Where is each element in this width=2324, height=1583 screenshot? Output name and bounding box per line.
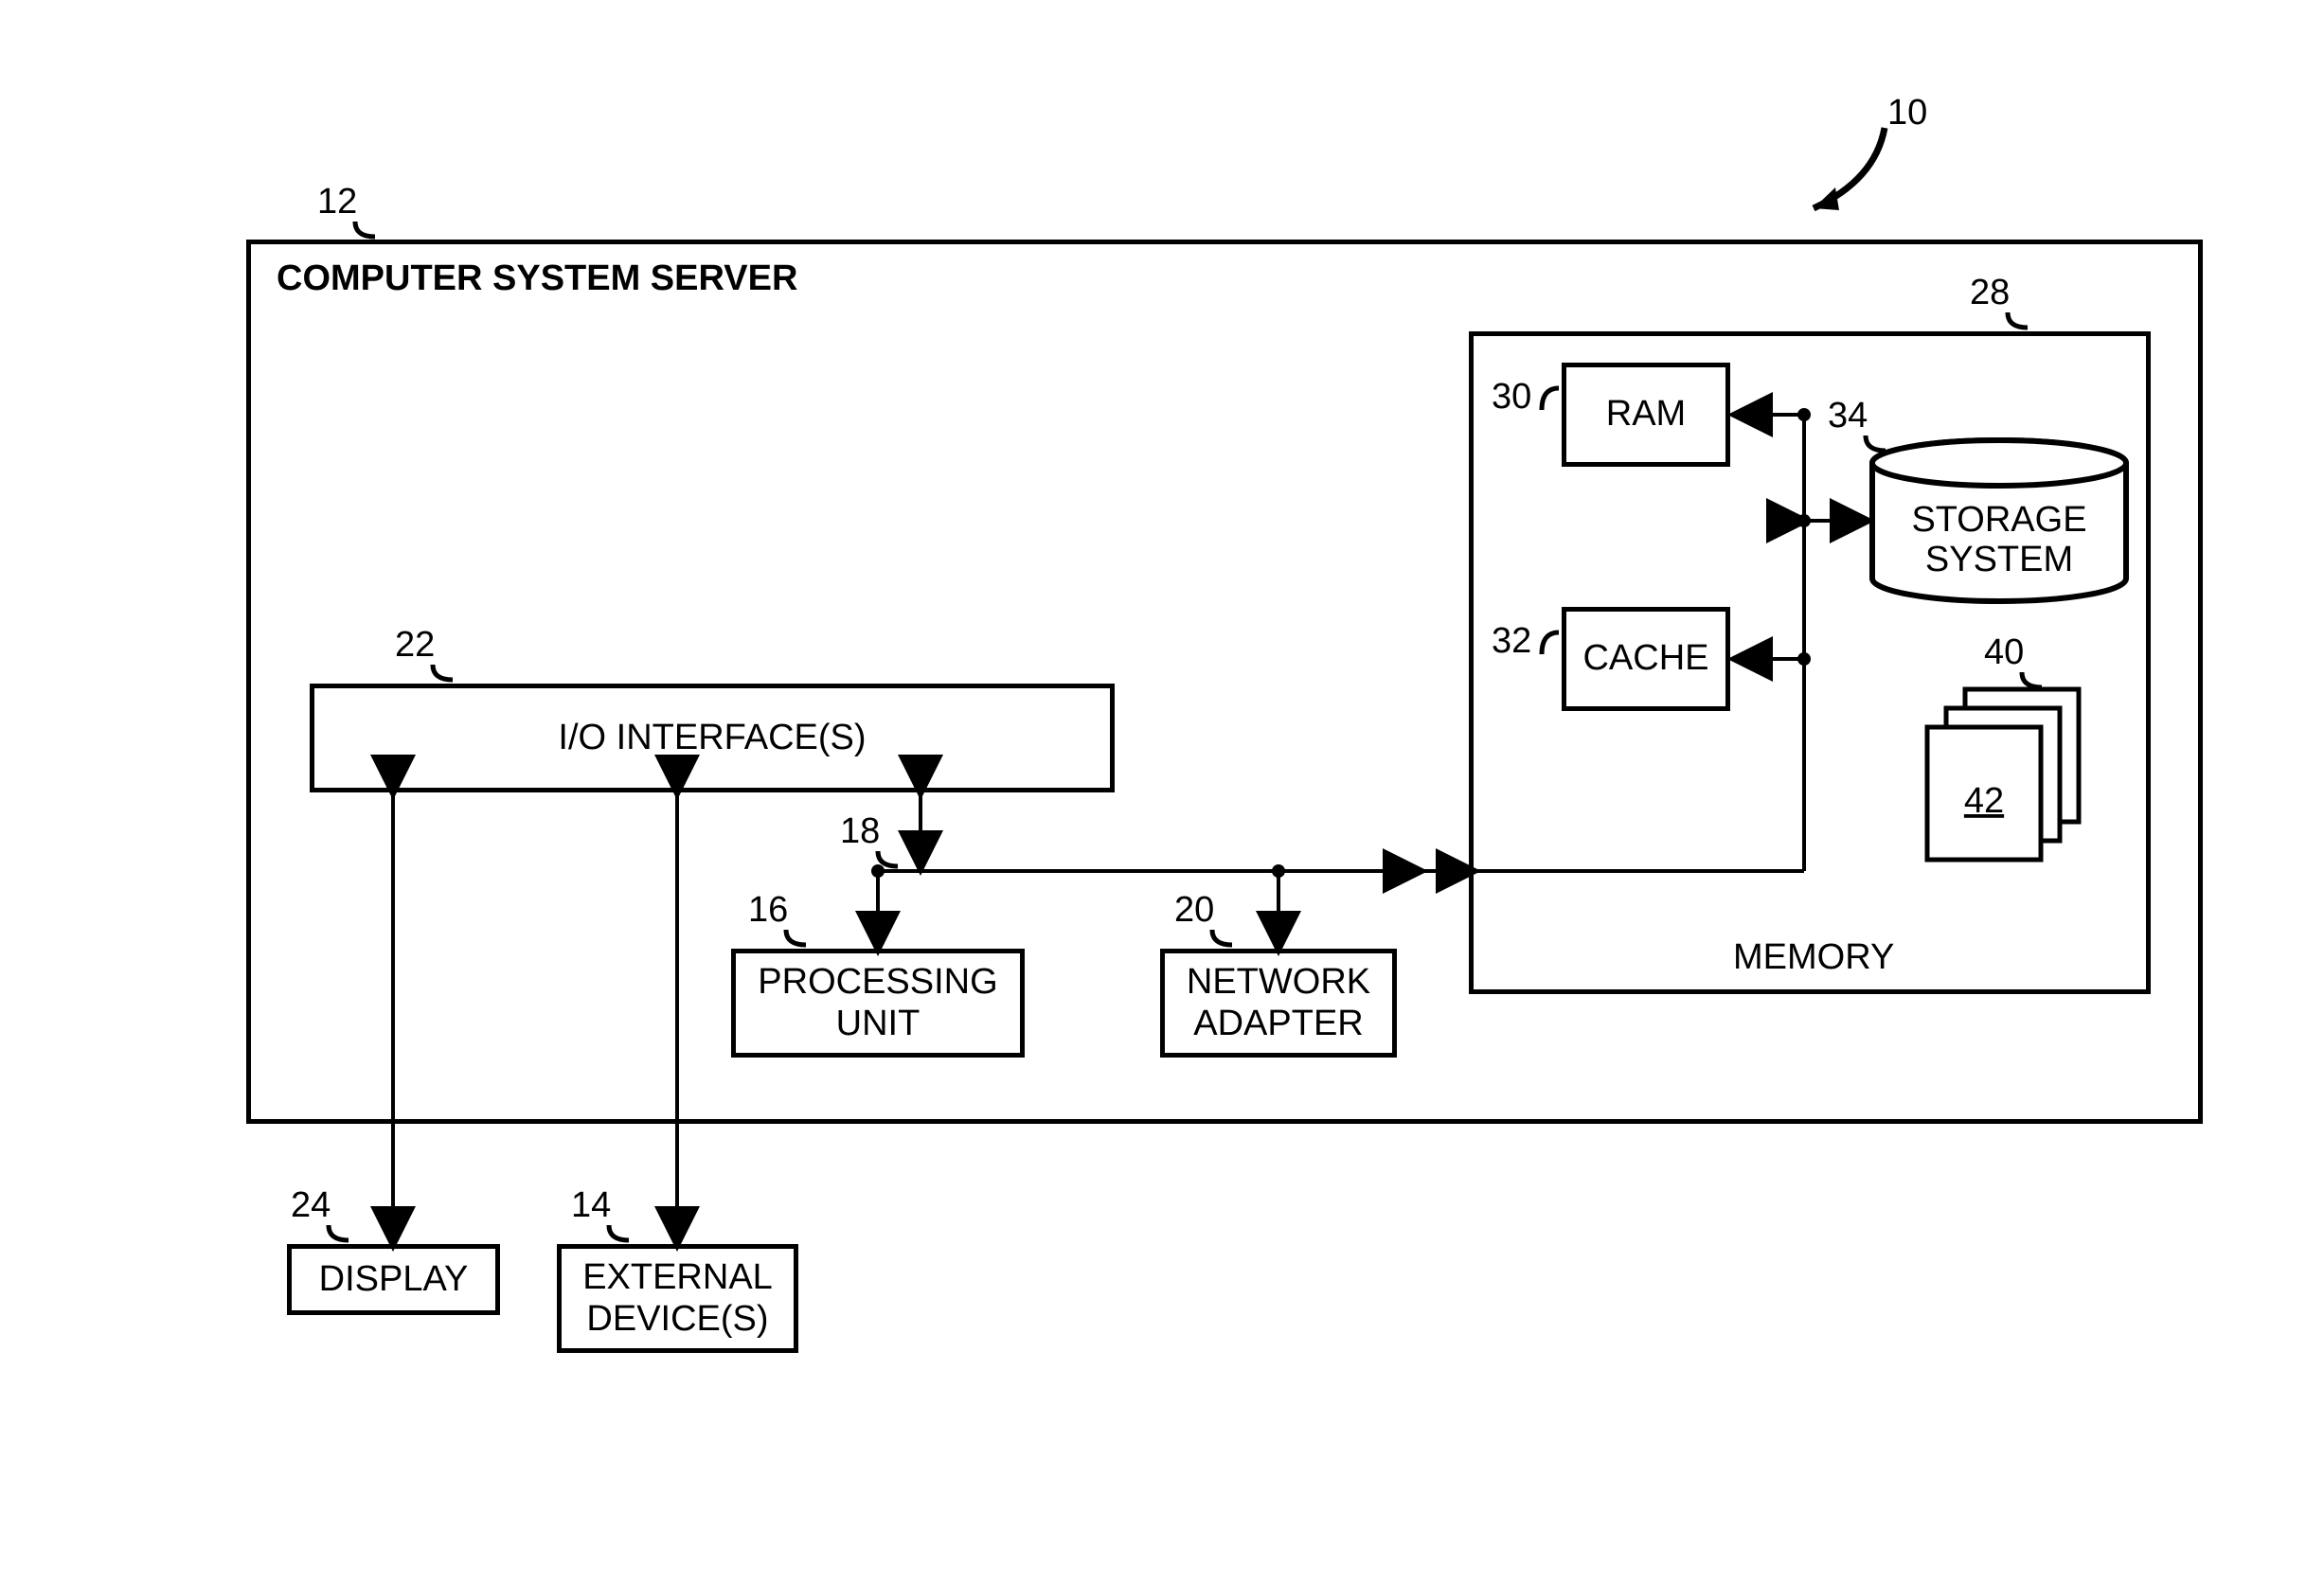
diagram-canvas: COMPUTER SYSTEM SERVER I/O INTERFACE(S) …	[0, 0, 2324, 1583]
connectors	[0, 0, 2324, 1583]
